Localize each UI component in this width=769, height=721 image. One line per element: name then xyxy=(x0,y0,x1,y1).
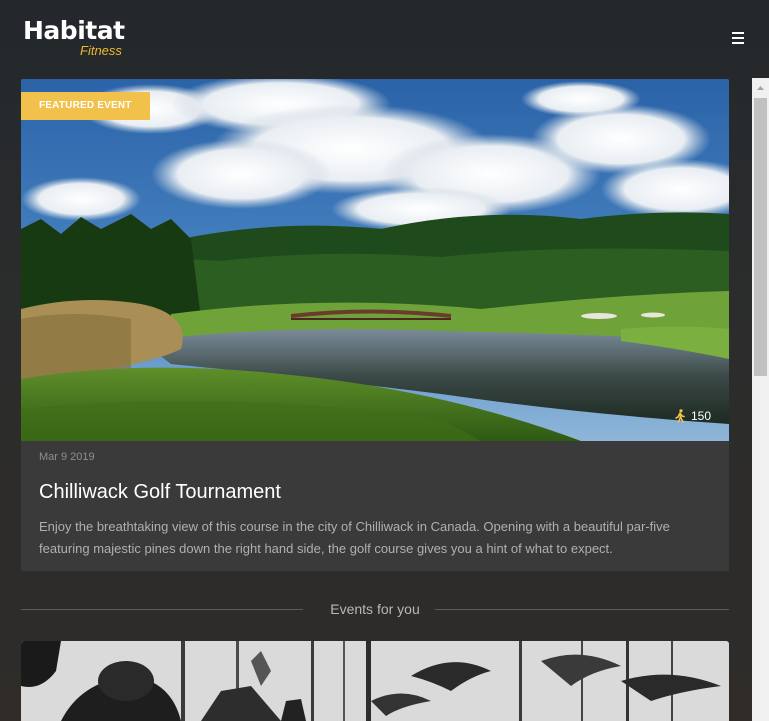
scroll-up-arrow-icon[interactable] xyxy=(754,82,767,94)
app-header: Habitat Fitness xyxy=(0,0,769,72)
divider-line-right xyxy=(435,609,729,610)
event-title[interactable]: Chilliwack Golf Tournament xyxy=(39,481,281,504)
golf-course-image xyxy=(21,79,729,441)
events-for-you-section-header: Events for you xyxy=(21,600,729,620)
scrollbar-thumb[interactable] xyxy=(754,98,767,376)
event-date: Mar 9 2019 xyxy=(39,451,95,463)
featured-event-card[interactable]: FEATURED EVENT 150 Mar 9 2019 Chilliwack… xyxy=(21,79,729,571)
featured-event-badge: FEATURED EVENT xyxy=(21,92,150,120)
event-description: Enjoy the breathtaking view of this cour… xyxy=(39,519,670,556)
habitat-fitness-logo[interactable]: Habitat Fitness xyxy=(23,14,143,62)
event-card[interactable] xyxy=(21,641,729,721)
participants-number: 150 xyxy=(690,409,711,423)
walking-person-icon xyxy=(675,409,685,423)
event-image xyxy=(21,641,729,721)
participants-count: 150 xyxy=(674,409,711,423)
hamburger-menu-icon[interactable] xyxy=(726,28,750,48)
logo-tagline: Fitness xyxy=(80,43,122,58)
